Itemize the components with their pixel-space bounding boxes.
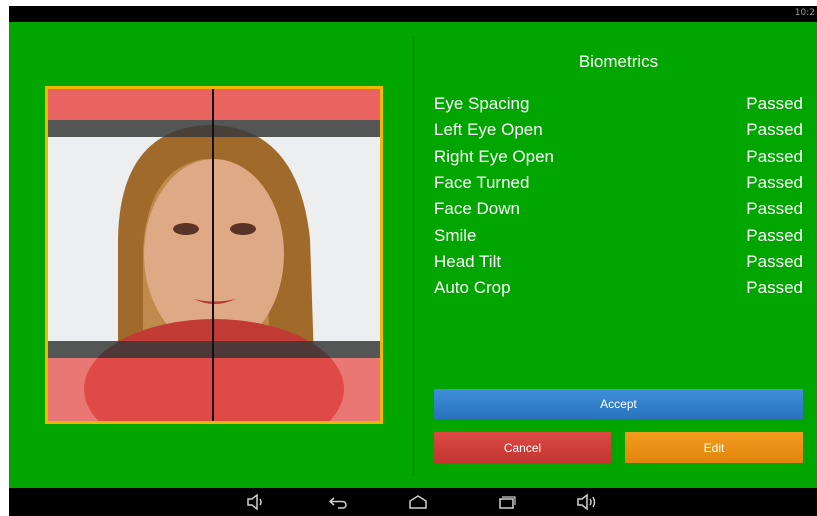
status-bar: 10:2 — [9, 6, 817, 22]
result-row-face-turned: Face Turned Passed — [434, 170, 803, 196]
cancel-button[interactable]: Cancel — [434, 432, 611, 463]
back-icon[interactable] — [327, 492, 349, 512]
check-status: Passed — [746, 251, 803, 271]
result-row-head-tilt: Head Tilt Passed — [434, 249, 803, 275]
result-row-auto-crop: Auto Crop Passed — [434, 275, 803, 301]
check-label: Right Eye Open — [434, 146, 555, 166]
result-row-face-down: Face Down Passed — [434, 196, 803, 222]
captured-photo-preview — [45, 86, 383, 424]
result-row-right-eye-open: Right Eye Open Passed — [434, 144, 803, 170]
check-status: Passed — [746, 120, 803, 140]
check-status: Passed — [746, 199, 803, 219]
result-row-smile: Smile Passed — [434, 222, 803, 248]
check-label: Head Tilt — [434, 251, 502, 271]
check-label: Auto Crop — [434, 278, 511, 298]
check-status: Passed — [746, 94, 803, 114]
check-status: Passed — [746, 225, 803, 245]
volume-down-icon[interactable] — [245, 492, 267, 512]
accept-button[interactable]: Accept — [434, 389, 803, 419]
check-label: Face Down — [434, 199, 520, 219]
check-status: Passed — [746, 146, 803, 166]
face-photo-with-guides — [48, 89, 380, 421]
check-label: Left Eye Open — [434, 120, 543, 140]
check-label: Eye Spacing — [434, 94, 530, 114]
check-label: Face Turned — [434, 173, 530, 193]
check-label: Smile — [434, 225, 477, 245]
panel-divider — [413, 36, 414, 476]
biometrics-title: Biometrics — [578, 52, 659, 71]
biometric-results-list: Eye Spacing Passed Left Eye Open Passed … — [434, 91, 803, 301]
system-nav-bar — [9, 488, 817, 516]
result-row-left-eye-open: Left Eye Open Passed — [434, 117, 803, 143]
recent-apps-icon[interactable] — [495, 492, 517, 512]
biometrics-screen: Biometrics Eye Spacing Passed Left Eye O… — [9, 22, 817, 488]
volume-up-icon[interactable] — [576, 492, 598, 512]
edit-button[interactable]: Edit — [625, 432, 803, 463]
home-icon[interactable] — [407, 492, 429, 512]
check-status: Passed — [746, 173, 803, 193]
check-status: Passed — [746, 278, 803, 298]
result-row-eye-spacing: Eye Spacing Passed — [434, 91, 803, 117]
status-clock: 10:2 — [794, 8, 815, 18]
